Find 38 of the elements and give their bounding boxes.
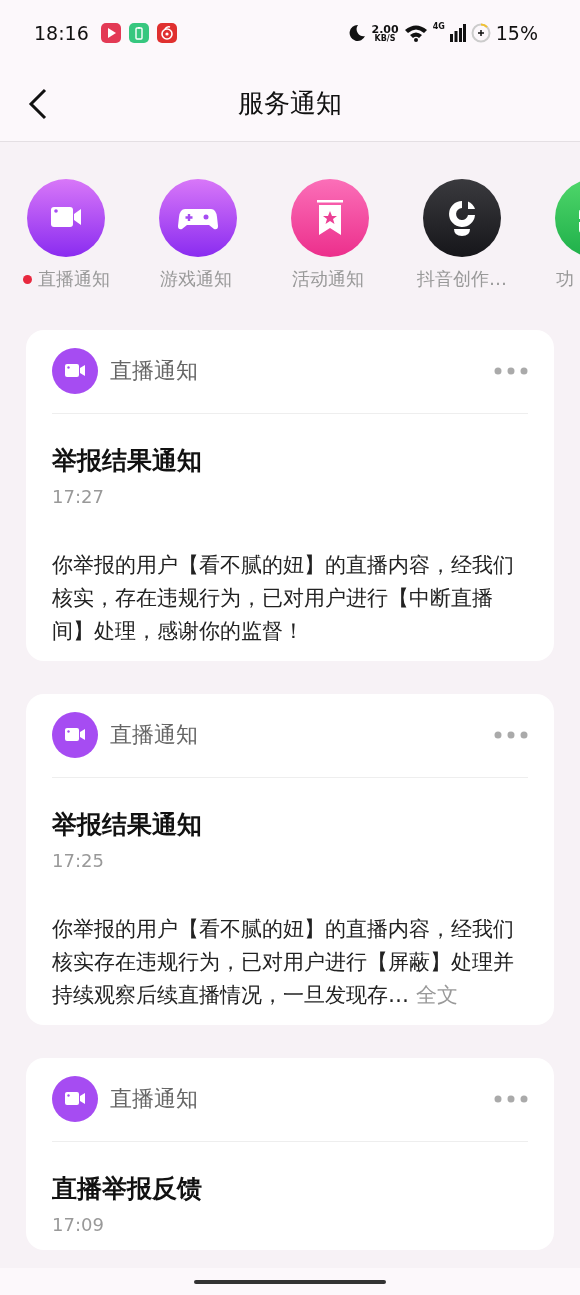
- notification-title: 举报结果通知: [52, 809, 203, 841]
- network-type: 4G: [432, 22, 445, 31]
- moon-icon: [348, 24, 367, 42]
- notification-title: 举报结果通知: [52, 445, 203, 477]
- page-title: 服务通知: [238, 87, 342, 120]
- category-label[interactable]: 功: [556, 267, 574, 291]
- video-app-icon: [100, 23, 121, 43]
- battery-level: 15%: [495, 22, 538, 44]
- notification-time: 17:09: [52, 1213, 105, 1237]
- music-app-icon: [156, 23, 177, 43]
- category-label[interactable]: 抖音创作…: [417, 267, 507, 291]
- notification-time: 17:25: [52, 849, 105, 873]
- full-text-link[interactable]: 全文: [409, 983, 458, 1007]
- gamepad-category-icon[interactable]: [159, 179, 237, 257]
- wifi-icon: [403, 24, 428, 42]
- bulb-category-icon[interactable]: [423, 179, 501, 257]
- video-avatar-icon: [52, 1076, 98, 1122]
- notification-source: 直播通知: [110, 721, 199, 749]
- notification-source: 直播通知: [110, 357, 199, 385]
- back-icon[interactable]: [28, 87, 48, 120]
- category-label[interactable]: 活动通知: [292, 267, 364, 291]
- battery-icon: [470, 23, 491, 43]
- home-indicator[interactable]: [194, 1279, 386, 1284]
- category-label[interactable]: 游戏通知: [160, 267, 232, 291]
- speed-unit: KB/S: [374, 34, 396, 43]
- notification-time: 17:27: [52, 485, 105, 509]
- video-avatar-icon: [52, 712, 98, 758]
- notification-source: 直播通知: [110, 1085, 199, 1113]
- video-category-icon[interactable]: [27, 179, 105, 257]
- video-avatar-icon: [52, 348, 98, 394]
- category-label[interactable]: 直播通知: [37, 267, 110, 291]
- signal-icon: [449, 24, 466, 42]
- bookmark-category-icon[interactable]: [291, 179, 369, 257]
- speed-value: 2.00: [371, 23, 399, 35]
- status-time: 18:16: [34, 22, 89, 44]
- notification-body: 你举报的用户【看不腻的妞】的直播内容，经我们核实，存在违规行为，已对用户进行【中断直播间】处理，感谢你的监督！: [52, 552, 515, 645]
- notification-title: 直播举报反馈: [52, 1173, 203, 1205]
- notification-body: 你举报的用户【看不腻的妞】的直播内容，经我们核实存在违规行为，已对用户进行【屏蔽】处理并持续观察后续直播情况，一旦发现存… 全文: [52, 916, 515, 1009]
